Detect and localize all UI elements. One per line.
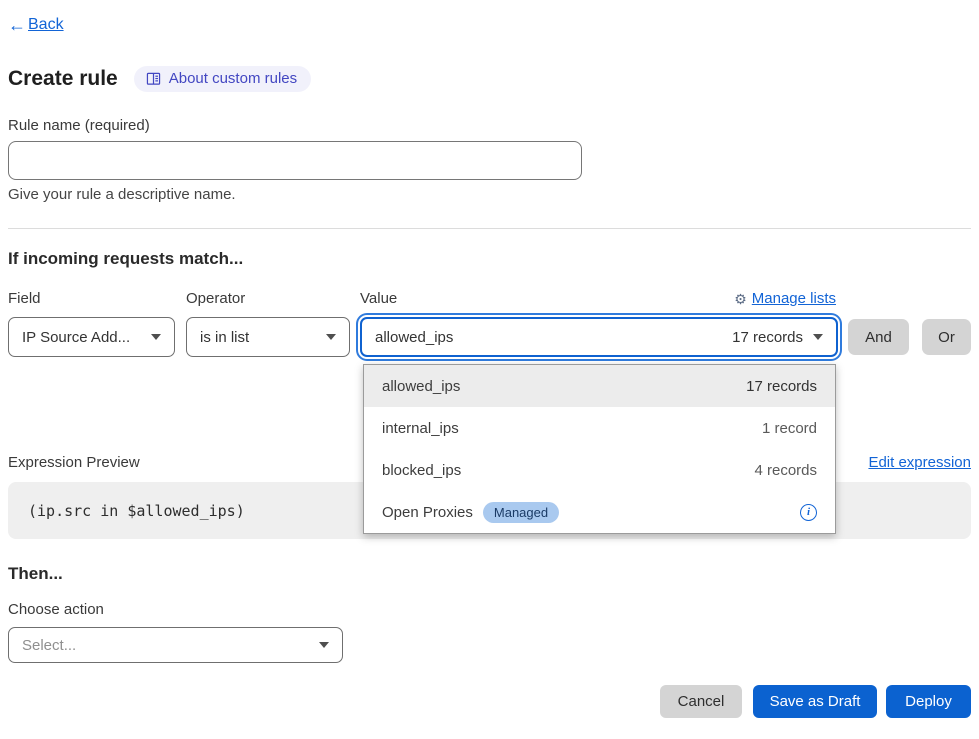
section-divider (8, 228, 971, 229)
rule-name-input[interactable] (8, 141, 582, 180)
expression-preview-label: Expression Preview (8, 454, 140, 471)
list-option-internal-ips[interactable]: internal_ips 1 record (364, 407, 835, 449)
list-option-name: blocked_ips (382, 462, 461, 479)
field-select-value: IP Source Add... (22, 329, 130, 346)
operator-column-label: Operator (186, 290, 245, 307)
cancel-button[interactable]: Cancel (660, 685, 742, 718)
page-title: Create rule (8, 67, 118, 91)
list-option-count: 1 record (762, 420, 817, 437)
about-custom-rules-link[interactable]: About custom rules (134, 66, 311, 92)
list-option-open-proxies[interactable]: Open Proxies Managed i (364, 491, 835, 533)
manage-lists-link[interactable]: ⚙ Manage lists (734, 290, 836, 307)
value-column-label: Value (360, 290, 397, 307)
or-button[interactable]: Or (922, 319, 971, 355)
chevron-down-icon (326, 334, 336, 340)
expression-code: (ip.src in $allowed_ips) (28, 502, 245, 520)
field-column-label: Field (8, 290, 41, 307)
list-option-name: internal_ips (382, 420, 459, 437)
list-option-name: allowed_ips (382, 378, 460, 395)
rule-name-label: Rule name (required) (8, 117, 150, 134)
value-select-name: allowed_ips (375, 329, 453, 346)
list-dropdown-panel: allowed_ips 17 records internal_ips 1 re… (363, 364, 836, 534)
chevron-down-icon (319, 642, 329, 648)
book-icon (146, 72, 161, 86)
action-select-placeholder: Select... (22, 637, 76, 654)
operator-select-value: is in list (200, 329, 249, 346)
edit-expression-link[interactable]: Edit expression (868, 454, 971, 471)
back-link[interactable]: Back (28, 16, 64, 34)
chevron-down-icon (813, 334, 823, 340)
choose-action-label: Choose action (8, 601, 104, 618)
managed-badge: Managed (483, 502, 559, 523)
match-section-heading: If incoming requests match... (8, 249, 243, 269)
back-nav[interactable]: ← Back (8, 16, 64, 34)
about-custom-rules-label: About custom rules (169, 70, 297, 87)
list-option-blocked-ips[interactable]: blocked_ips 4 records (364, 449, 835, 491)
chevron-down-icon (151, 334, 161, 340)
manage-lists-label[interactable]: Manage lists (752, 290, 836, 307)
list-option-allowed-ips[interactable]: allowed_ips 17 records (364, 365, 835, 407)
field-select[interactable]: IP Source Add... (8, 317, 175, 357)
value-select-count: 17 records (732, 329, 803, 346)
gear-icon: ⚙ (734, 292, 747, 306)
deploy-button[interactable]: Deploy (886, 685, 971, 718)
and-button[interactable]: And (848, 319, 909, 355)
list-option-name: Open Proxies (382, 504, 473, 521)
back-arrow-icon: ← (8, 16, 26, 34)
save-as-draft-button[interactable]: Save as Draft (753, 685, 877, 718)
then-section-heading: Then... (8, 564, 63, 584)
operator-select[interactable]: is in list (186, 317, 350, 357)
info-icon[interactable]: i (800, 504, 817, 521)
rule-name-helper-text: Give your rule a descriptive name. (8, 186, 236, 203)
action-select[interactable]: Select... (8, 627, 343, 663)
value-select[interactable]: allowed_ips 17 records (360, 317, 838, 357)
list-option-count: 17 records (746, 378, 817, 395)
list-option-count: 4 records (754, 462, 817, 479)
